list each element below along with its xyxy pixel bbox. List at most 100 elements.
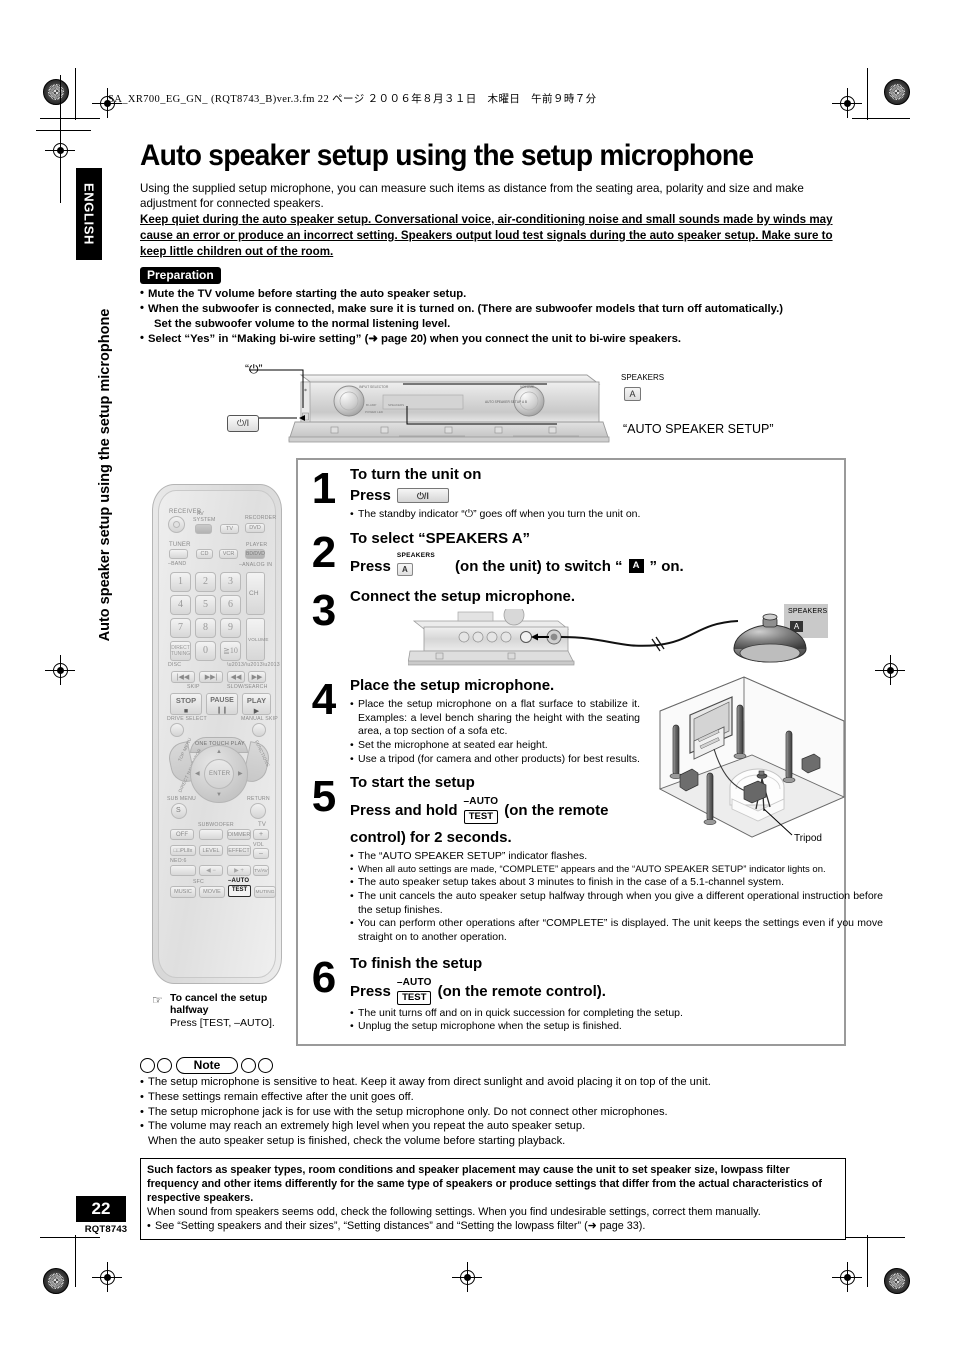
remote-label-tuner: TUNER: [169, 542, 191, 548]
remote-label-band: –BAND: [168, 561, 187, 567]
remote-sub-menu-key-label: S: [176, 807, 181, 814]
remote-label-analog-in: –ANALOG IN: [239, 562, 273, 568]
main-content: Auto speaker setup using the setup micro…: [140, 140, 846, 347]
remote-key-2[interactable]: 2: [195, 572, 216, 592]
registration-blob-top-left: [43, 79, 69, 105]
remote-plii-button[interactable]: □□PLⅡx: [170, 845, 196, 856]
remote-pause-button[interactable]: PAUSE ❙❙: [206, 693, 238, 715]
step-6-note-1: The unit turns off and on in quick succe…: [350, 1007, 838, 1021]
remote-dpad-right-icon: ▶: [238, 771, 243, 777]
remote-music-button[interactable]: MUSIC: [170, 886, 196, 898]
remote-direct-tuning-button[interactable]: DIRECT TUNING: [170, 641, 191, 661]
remote-label-sfc: SFC: [193, 879, 204, 885]
crop-line-top-right-h: [852, 118, 910, 119]
step-6-test-auto-keycap: –AUTO TEST: [397, 977, 432, 1005]
remote-level-button[interactable]: LEVEL: [199, 845, 223, 856]
remote-search-forward-button[interactable]: ▶▶: [248, 671, 266, 683]
remote-stop-button[interactable]: STOP ■: [170, 693, 202, 715]
note-item-2: These settings remain effective after th…: [140, 1090, 846, 1105]
remote-return-button[interactable]: [250, 803, 266, 819]
remote-drive-select-button[interactable]: [170, 723, 184, 737]
step-2-speakers-key: SPEAKERS A: [396, 552, 435, 577]
remote-label-auto: –AUTO: [228, 878, 250, 884]
remote-test-auto-button[interactable]: TEST: [228, 885, 251, 897]
remote-level-minus-button[interactable]: ◀ −: [199, 865, 223, 876]
remote-control-illustration: RECEIVER AV SYSTEM TV RECORDER DVD TUNER…: [152, 484, 282, 984]
crop-line-left-v: [75, 68, 76, 120]
remote-cd-button[interactable]: CD: [196, 549, 213, 559]
note-deco-circle-1: [140, 1058, 155, 1073]
step-5-press-line: Press and hold –AUTO TEST (on the remote: [350, 797, 650, 825]
step-5-note-1: The “AUTO SPEAKER SETUP” indicator flash…: [350, 850, 883, 864]
remote-key-3[interactable]: 3: [220, 572, 241, 592]
remote-label-system: SYSTEM: [193, 517, 216, 523]
registration-blob-top-right: [884, 79, 910, 105]
step-3-heading: Connect the setup microphone.: [350, 588, 576, 606]
remote-label-subwoofer: SUBWOOFER: [198, 822, 234, 828]
remote-level-plus-button[interactable]: ▶ +: [227, 865, 251, 876]
remote-play-button[interactable]: PLAY ▶: [242, 693, 271, 715]
remote-tuner-button[interactable]: [169, 549, 188, 559]
remote-key-ten[interactable]: ≧10: [220, 641, 241, 661]
remote-key-7[interactable]: 7: [170, 618, 191, 638]
step-6-key-bottom: TEST: [397, 990, 432, 1005]
microphone-connection-illustration: [408, 609, 807, 666]
step-6-press-suffix: (on the remote control).: [437, 982, 606, 1000]
preparation-item-2: When the subwoofer is connected, make su…: [140, 301, 846, 317]
step-5-test-auto-keycap: –AUTO TEST: [464, 797, 499, 825]
crop-line-br-h: [845, 1237, 905, 1238]
remote-key-8[interactable]: 8: [195, 618, 216, 638]
file-header-text: SA_XR700_EG_GN_ (RQT8743_B)ver.3.fm 22 ペ…: [108, 94, 597, 105]
remote-key-4[interactable]: 4: [170, 595, 191, 615]
step-3: 3 Connect the setup microphone.: [298, 578, 844, 673]
remote-dimmer-button[interactable]: DIMMER: [227, 829, 251, 840]
auto-speaker-setup-callout: “AUTO SPEAKER SETUP”: [623, 422, 774, 436]
remote-label-tv-group: TV: [258, 822, 267, 828]
remote-effect-button[interactable]: EFFECT: [227, 845, 251, 856]
step-1-number: 1: [311, 464, 337, 513]
remote-muting-button[interactable]: MUTING: [254, 886, 276, 898]
crop-line-top-h: [40, 118, 100, 119]
remote-dpad-left-icon: ◀: [195, 771, 200, 777]
remote-skip-forward-button[interactable]: ▶▶|: [199, 671, 223, 683]
remote-movie-button[interactable]: MOVIE: [199, 886, 225, 898]
remote-neo6-button[interactable]: [170, 865, 196, 876]
step-4-note-2: Set the microphone at seated ear height.: [350, 739, 640, 753]
step-6-press-label: Press: [350, 982, 391, 1000]
cancel-heading-line1: To cancel the setup: [170, 992, 268, 1004]
power-keycap: ⏻/I: [227, 415, 260, 432]
step-6-number: 6: [311, 952, 337, 1002]
step-4: 4 Place the setup microphone. Place the …: [298, 673, 846, 844]
remote-av-system-button[interactable]: [195, 524, 212, 534]
intro-paragraph: Using the supplied setup microphone, you…: [140, 181, 804, 211]
remote-tv-minus-button[interactable]: –: [253, 848, 269, 859]
remote-search-back-button[interactable]: ◀◀: [227, 671, 245, 683]
remote-key-9[interactable]: 9: [220, 618, 241, 638]
remote-vcr-button[interactable]: VCR: [219, 549, 238, 559]
remote-label-enter: ENTER: [209, 771, 231, 777]
remote-key-0[interactable]: 0: [195, 641, 216, 661]
speakers-key-callout: A: [624, 384, 641, 402]
page-root: SA_XR700_EG_GN_ (RQT8743_B)ver.3.fm 22 ペ…: [0, 0, 954, 1351]
remote-bd-dvd-button[interactable]: BD/DVD: [245, 549, 265, 559]
remote-skip-back-button[interactable]: |◀◀: [171, 671, 195, 683]
step-1-press-line: Press ⏻/I: [350, 487, 838, 504]
receiver-leader-lines: [249, 369, 557, 425]
remote-tv-button[interactable]: TV: [220, 524, 239, 534]
step-2-press-suffix-b: ” on.: [649, 557, 684, 575]
remote-key-1[interactable]: 1: [170, 572, 191, 592]
remote-key-5[interactable]: 5: [195, 595, 216, 615]
step-5-press-label: Press and hold: [350, 802, 458, 820]
remote-tv-av-button[interactable]: TV/AV: [253, 865, 269, 876]
remote-tv-plus-button[interactable]: +: [253, 829, 269, 840]
remote-subwoofer-button[interactable]: [199, 829, 223, 840]
remote-dvd-button[interactable]: DVD: [245, 523, 265, 533]
remote-off-button[interactable]: OFF: [170, 829, 194, 840]
registration-mark-bottom-left: [92, 1262, 122, 1292]
step-6-note-2: Unplug the setup microphone when the set…: [350, 1020, 838, 1034]
step-5-note-3: The auto speaker setup takes about 3 min…: [350, 876, 883, 890]
remote-key-6[interactable]: 6: [220, 595, 241, 615]
crop-line-bl-v: [75, 1235, 76, 1287]
remote-label-recorder: RECORDER: [245, 515, 277, 521]
remote-manual-skip-button[interactable]: [252, 723, 266, 737]
